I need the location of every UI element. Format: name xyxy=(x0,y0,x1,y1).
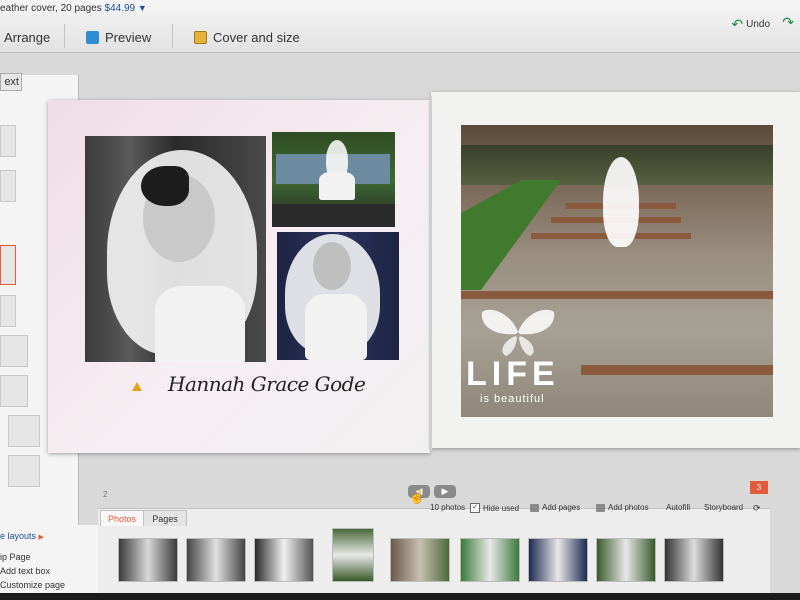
hide-used-label: Hide used xyxy=(483,503,520,513)
page-thumbnail[interactable] xyxy=(0,295,16,327)
add-pages-icon xyxy=(530,503,539,512)
undo-icon: ↶ xyxy=(731,16,744,32)
undo-button[interactable]: ↶ Undo xyxy=(731,16,770,33)
hide-used-toggle[interactable]: ✓ Hide used xyxy=(470,503,519,513)
photo-girl-on-bench[interactable] xyxy=(272,132,395,227)
autofill-button[interactable]: Autofill xyxy=(666,503,690,512)
tab-arrange-label: Arrange xyxy=(4,29,51,45)
tab-preview[interactable]: Preview xyxy=(86,26,151,48)
menu-item-flip-page[interactable]: ip Page xyxy=(0,552,31,562)
girl-walking-shape xyxy=(603,157,639,247)
tab-cover-label: Cover and size xyxy=(213,29,300,45)
step-shape xyxy=(461,291,773,299)
page-thumbnail[interactable] xyxy=(8,415,40,447)
photo-count: 10 photos xyxy=(430,503,466,512)
photo-book-editor: eather cover, 20 pages $44.99 ▼ Arrange … xyxy=(0,0,800,600)
add-pages-button[interactable]: Add pages xyxy=(530,503,580,512)
monitor-bezel xyxy=(0,593,800,600)
right-page-subtitle-text[interactable]: is beautiful xyxy=(480,393,545,405)
page-thumbnail[interactable] xyxy=(8,455,40,487)
hand-cursor-icon: ☝ xyxy=(409,489,426,504)
page-number: 2 xyxy=(103,490,108,499)
page-thumbnail[interactable] xyxy=(0,335,28,367)
storyboard-button[interactable]: Storyboard xyxy=(704,503,743,512)
photo-girl-praying[interactable] xyxy=(277,232,399,360)
menu-item-page-layouts[interactable]: e layouts ▶ xyxy=(0,531,44,541)
page-thumbnail[interactable] xyxy=(0,375,28,407)
product-summary[interactable]: eather cover, 20 pages $44.99 ▼ xyxy=(0,3,147,14)
next-button[interactable]: ext xyxy=(0,73,22,91)
face-shape xyxy=(313,242,351,290)
photo-thumbnail[interactable] xyxy=(596,538,656,582)
step-shape xyxy=(581,365,773,375)
photo-thumbnail[interactable] xyxy=(528,538,588,582)
photo-thumbnail[interactable] xyxy=(460,538,520,582)
hair-shape xyxy=(141,166,189,206)
page-thumbnail-selected[interactable] xyxy=(0,245,16,285)
dress-shape xyxy=(155,286,245,362)
tab-photos[interactable]: Photos xyxy=(100,510,144,526)
tab-cover-and-size[interactable]: Cover and size xyxy=(194,26,300,48)
add-photos-icon xyxy=(596,503,605,512)
chevron-down-icon[interactable]: ▼ xyxy=(138,3,147,13)
undo-label: Undo xyxy=(746,19,770,30)
photo-girl-veil-portrait[interactable] xyxy=(85,136,266,362)
product-text: eather cover, 20 pages xyxy=(0,3,102,14)
page-thumbnail[interactable] xyxy=(0,170,16,202)
ground-shape xyxy=(272,204,395,227)
redo-icon[interactable]: ↷ xyxy=(782,14,794,31)
photo-thumbnail[interactable] xyxy=(254,538,314,582)
dress-shape xyxy=(319,172,355,200)
caption-text-box[interactable]: Hannah Grace Gode xyxy=(168,372,366,412)
product-price: $44.99 xyxy=(104,3,136,14)
tab-arrange[interactable]: Arrange xyxy=(4,26,50,48)
butterfly-icon xyxy=(481,309,555,356)
cover-icon xyxy=(194,30,207,44)
tab-preview-label: Preview xyxy=(105,29,152,45)
dress-shape xyxy=(305,294,367,360)
photo-thumbnail[interactable] xyxy=(390,538,450,582)
photo-thumbnail[interactable] xyxy=(332,528,374,582)
add-photos-button[interactable]: Add photos xyxy=(596,503,648,512)
add-pages-label: Add pages xyxy=(542,503,581,512)
warning-icon[interactable] xyxy=(132,382,142,391)
tab-divider xyxy=(172,24,173,48)
book-spine xyxy=(429,96,432,451)
triangle-right-icon: ▶ xyxy=(38,534,44,541)
tab-pages[interactable]: Pages xyxy=(143,510,187,526)
right-page-title-text[interactable]: LIFE xyxy=(466,356,560,392)
menu-item-add-text-box[interactable]: Add text box xyxy=(0,566,50,576)
tray-options-icon[interactable]: ⟳ xyxy=(753,503,761,514)
page-options-menu: e layouts ▶ ip Page Add text box Customi… xyxy=(0,525,98,600)
photo-thumbnail[interactable] xyxy=(118,538,178,582)
menu-item-customize-page[interactable]: Customize page xyxy=(0,580,65,590)
top-toolbar: eather cover, 20 pages $44.99 ▼ Arrange … xyxy=(0,0,800,53)
photo-thumbnail[interactable] xyxy=(664,538,724,582)
page-badge: 3 xyxy=(750,481,768,494)
tab-divider xyxy=(64,24,65,48)
arrow-right-icon[interactable]: ▶ xyxy=(434,485,456,498)
add-photos-label: Add photos xyxy=(608,503,649,512)
photo-thumbnail[interactable] xyxy=(186,538,246,582)
preview-icon xyxy=(86,30,99,44)
page-thumbnail[interactable] xyxy=(0,125,16,157)
hide-used-checkbox[interactable]: ✓ xyxy=(470,503,480,513)
